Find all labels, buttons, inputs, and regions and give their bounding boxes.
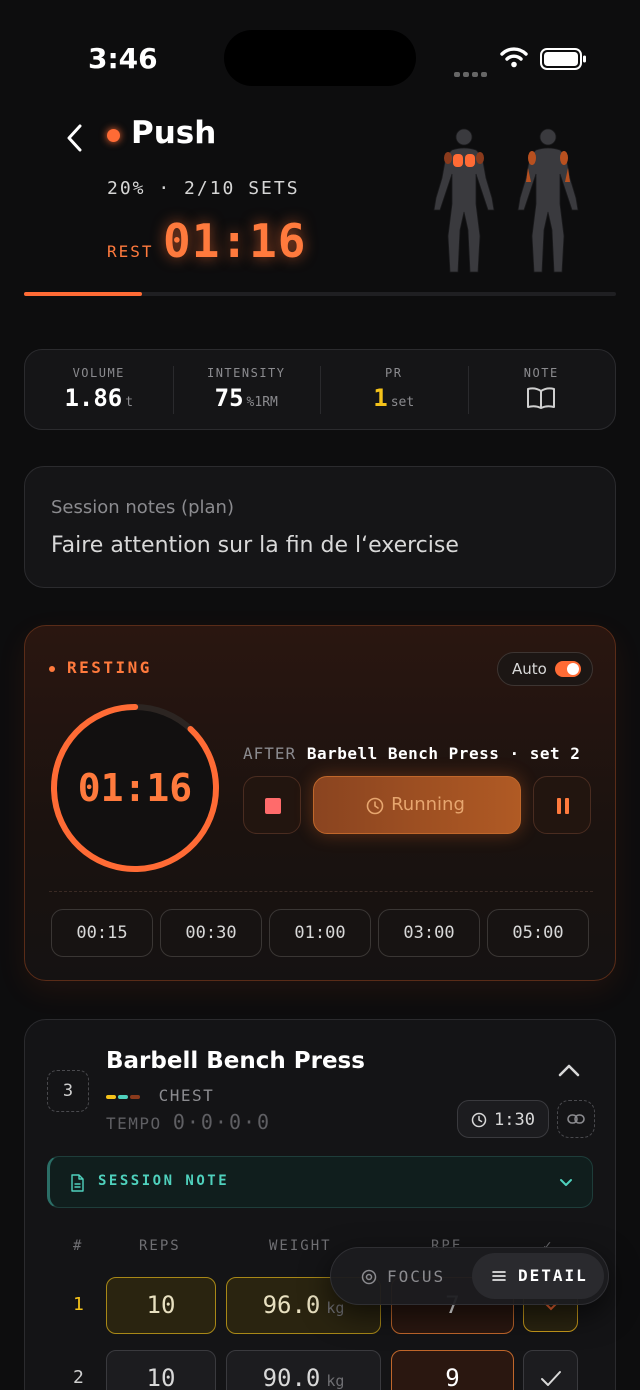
exercise-number[interactable]: 3 xyxy=(47,1070,89,1112)
chevron-down-icon xyxy=(560,1179,572,1186)
after-exercise: Barbell Bench Press · set 2 xyxy=(306,744,581,763)
stat-label: PR xyxy=(385,366,403,380)
pause-icon xyxy=(557,798,561,814)
target-icon xyxy=(361,1269,377,1285)
preset-button[interactable]: 00:30 xyxy=(160,909,262,957)
exercise-rest-button[interactable]: 1:30 xyxy=(457,1100,549,1138)
document-icon xyxy=(71,1174,84,1192)
exercise-name: Barbell Bench Press xyxy=(106,1048,365,1074)
rest-status: RESTING xyxy=(49,658,152,677)
weight-unit: kg xyxy=(326,1372,345,1390)
header-rest-timer: 01:16 xyxy=(163,214,307,268)
pause-button[interactable] xyxy=(533,776,591,834)
weight-value: 90.0 xyxy=(262,1364,321,1390)
exercise-rest-time: 1:30 xyxy=(494,1110,535,1130)
book-icon[interactable] xyxy=(526,386,556,410)
exercise-card: 3 Barbell Bench Press CHEST TEMPO 0·0·0·… xyxy=(24,1019,616,1390)
stat-label: NOTE xyxy=(523,366,559,380)
workout-title: Push xyxy=(131,115,217,151)
link-icon xyxy=(567,1114,585,1124)
running-label: Running xyxy=(391,794,465,815)
stats-panel: VOLUME 1.86 t INTENSITY 75 %1RM PR 1 set NO… xyxy=(24,349,616,430)
rest-timer-card: RESTING Auto 01:16 AFTER Barbell Bench P… xyxy=(24,625,616,981)
tempo-value: 0·0·0·0 xyxy=(172,1110,272,1134)
stat-label: VOLUME xyxy=(72,366,125,380)
rest-presets: 00:15 00:30 01:00 03:00 05:00 xyxy=(51,909,589,957)
weight-input[interactable]: 90.0 kg xyxy=(226,1350,381,1390)
auto-rest-toggle[interactable]: Auto xyxy=(497,652,593,686)
live-dot xyxy=(107,129,120,142)
wifi-icon xyxy=(500,47,528,68)
set-number: 1 xyxy=(73,1294,84,1315)
session-notes-text: Faire attention sur la fin de l‘exercise xyxy=(51,533,459,558)
stat-label: INTENSITY xyxy=(206,366,286,380)
session-notes[interactable]: Session notes (plan) Faire attention sur… xyxy=(24,466,616,588)
column-num: # xyxy=(73,1238,84,1254)
list-icon xyxy=(492,1271,506,1281)
stat-value: 1 xyxy=(373,384,388,412)
rest-label: REST xyxy=(107,242,154,261)
workout-progress: 20% · 2/10 SETS xyxy=(107,178,300,199)
exercise-tempo: TEMPO 0·0·0·0 xyxy=(106,1110,271,1134)
column-weight: WEIGHT xyxy=(269,1238,332,1254)
stat-value: 75 xyxy=(214,384,244,412)
after-label: AFTER xyxy=(243,744,297,763)
auto-label: Auto xyxy=(512,660,547,678)
back-chevron-icon[interactable] xyxy=(62,120,90,156)
dynamic-island xyxy=(224,30,416,86)
preset-button[interactable]: 00:15 xyxy=(51,909,153,957)
stat-intensity: INTENSITY 75 %1RM xyxy=(172,350,321,429)
cellular-signal-icon xyxy=(454,62,490,81)
session-note-toggle[interactable]: SESSION NOTE xyxy=(47,1156,593,1208)
rpe-input[interactable]: 9 xyxy=(391,1350,514,1390)
toggle-switch[interactable] xyxy=(555,661,581,677)
focus-tab[interactable]: FOCUS xyxy=(331,1248,472,1306)
status-time: 3:46 xyxy=(88,42,158,75)
status-bar: 3:46 xyxy=(0,0,640,110)
stat-pr: PR 1 set xyxy=(320,350,468,429)
stop-icon xyxy=(265,798,281,814)
preset-button[interactable]: 03:00 xyxy=(378,909,480,957)
stat-note[interactable]: NOTE xyxy=(467,350,616,429)
collapse-chevron-icon[interactable] xyxy=(557,1060,581,1080)
workout-progress-bar xyxy=(24,292,616,296)
rest-after-info: AFTER Barbell Bench Press · set 2 xyxy=(243,744,580,763)
rest-countdown: 01:16 xyxy=(77,766,193,810)
reps-input[interactable]: 10 xyxy=(106,1350,216,1390)
session-note-label: SESSION NOTE xyxy=(98,1173,230,1189)
column-reps: REPS xyxy=(139,1238,181,1254)
exercise-muscle: CHEST xyxy=(106,1086,214,1105)
view-mode-switch: FOCUS DETAIL xyxy=(330,1247,609,1305)
preset-button[interactable]: 01:00 xyxy=(269,909,371,957)
stop-rest-button[interactable] xyxy=(243,776,301,834)
muscle-map-icon xyxy=(433,128,579,273)
muscle-label: CHEST xyxy=(158,1086,215,1105)
tempo-label: TEMPO xyxy=(106,1114,162,1133)
reps-input[interactable]: 10 xyxy=(106,1277,216,1334)
check-icon xyxy=(541,1371,561,1386)
preset-button[interactable]: 05:00 xyxy=(487,909,589,957)
clock-icon xyxy=(471,1112,487,1128)
stat-volume: VOLUME 1.86 t xyxy=(25,350,173,429)
focus-label: FOCUS xyxy=(387,1267,446,1286)
battery-icon xyxy=(540,48,586,70)
detail-label: DETAIL xyxy=(518,1266,588,1285)
running-button[interactable]: Running xyxy=(313,776,521,834)
weight-value: 96.0 xyxy=(262,1291,321,1319)
stat-value: 1.86 xyxy=(64,384,123,412)
set-complete-checkbox[interactable] xyxy=(523,1350,578,1390)
set-number: 2 xyxy=(73,1367,84,1388)
rest-divider xyxy=(49,891,593,892)
detail-tab[interactable]: DETAIL xyxy=(472,1253,604,1299)
stat-unit: %1RM xyxy=(246,395,278,410)
superset-link-button[interactable] xyxy=(557,1100,595,1138)
stat-unit: t xyxy=(125,395,134,410)
stat-unit: set xyxy=(390,395,415,410)
session-notes-label: Session notes (plan) xyxy=(51,497,234,518)
